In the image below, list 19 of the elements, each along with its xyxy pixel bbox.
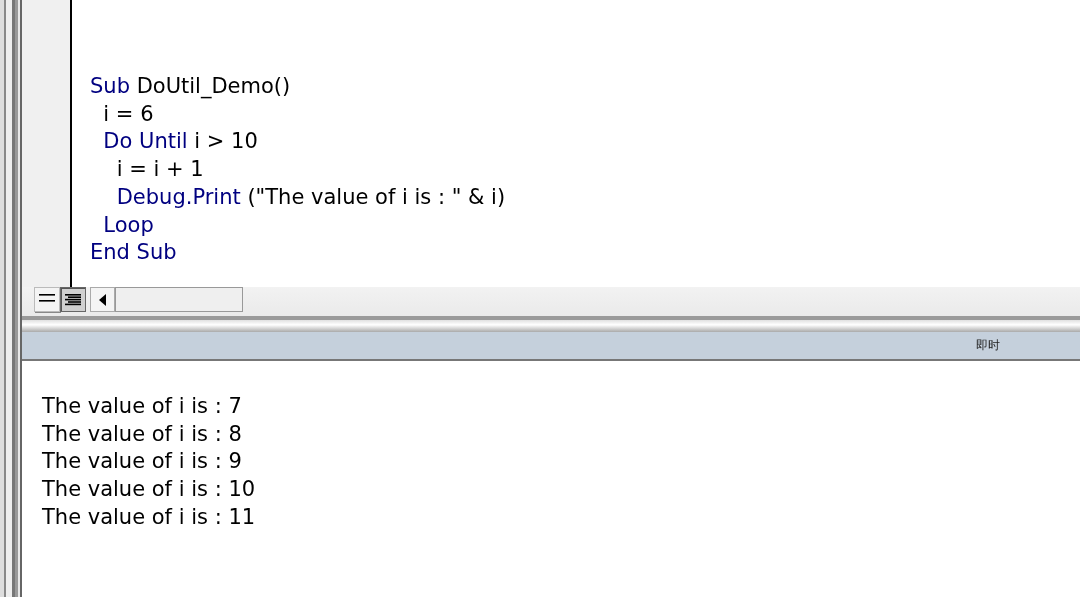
output-line: The value of i is : 8: [42, 420, 243, 448]
code-line: Debug.Print ("The value of i is : " & i): [115, 183, 507, 211]
code-line: i = 6: [102, 100, 155, 128]
output-line: The value of i is : 10: [42, 476, 257, 504]
code-line: End Sub: [90, 239, 178, 267]
code-line: i = i + 1: [115, 156, 205, 184]
code-line: Loop: [102, 211, 155, 239]
code-line: Do Until i > 10: [102, 128, 259, 156]
output-line: The value of i is : 9: [42, 448, 243, 476]
pane-title: 即时: [976, 337, 1000, 354]
module-view-button[interactable]: [60, 287, 86, 312]
scrollbar-thumb[interactable]: [115, 287, 243, 312]
output-line: The value of i is : 11: [42, 503, 257, 531]
left-triangle-icon: [99, 293, 106, 306]
code-line: Sub DoUtil_Demo(): [90, 73, 292, 101]
procedure-view-button[interactable]: [34, 287, 60, 312]
scroll-left-button[interactable]: [90, 287, 115, 312]
module-lines-icon: [64, 292, 82, 307]
output-line: The value of i is : 7: [42, 393, 243, 420]
